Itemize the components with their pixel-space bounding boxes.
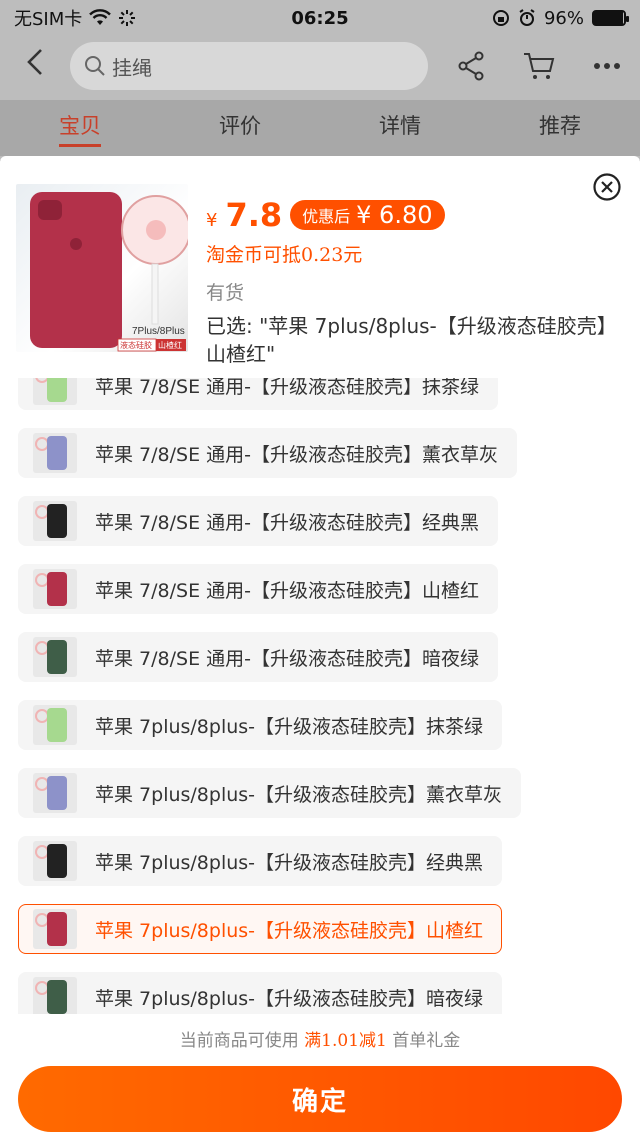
search-icon — [85, 56, 105, 76]
tab-label: 评价 — [219, 114, 261, 138]
variant-label: 苹果 7/8/SE 通用-【升级液态硅胶壳】抹茶绿 — [95, 378, 479, 398]
phone-case-image: 7Plus/8Plus 液态硅胶 山楂红 — [30, 192, 188, 352]
tab-label: 宝贝 — [59, 114, 101, 147]
variant-label: 苹果 7/8/SE 通用-【升级液态硅胶壳】薰衣草灰 — [95, 443, 498, 466]
alarm-icon — [519, 9, 535, 26]
promo-highlight: 满1.01减1 — [304, 1031, 387, 1051]
tab-label: 推荐 — [539, 114, 581, 138]
tab-1[interactable]: 评价 — [160, 100, 320, 156]
variant-option[interactable]: 苹果 7/8/SE 通用-【升级液态硅胶壳】暗夜绿 — [18, 632, 498, 682]
variant-label: 苹果 7plus/8plus-【升级液态硅胶壳】抹茶绿 — [95, 715, 484, 738]
share-icon[interactable] — [457, 51, 485, 81]
variant-thumbnail — [33, 433, 77, 473]
status-bar: 无SIM卡 06:25 96% — [0, 0, 640, 36]
variant-thumbnail — [33, 569, 77, 609]
variant-thumbnail — [33, 501, 77, 541]
variant-option[interactable]: 苹果 7/8/SE 通用-【升级液态硅胶壳】抹茶绿 — [18, 378, 498, 410]
image-caption-type: 液态硅胶 — [120, 340, 152, 350]
variant-label: 苹果 7plus/8plus-【升级液态硅胶壳】山楂红 — [95, 919, 484, 942]
battery-icon — [592, 10, 629, 26]
variant-thumbnail — [33, 841, 77, 881]
status-left: 无SIM卡 — [14, 5, 234, 31]
price-row: ¥ 7.8 优惠后 ¥ 6.80 — [206, 196, 445, 234]
status-time: 06:25 — [291, 7, 349, 29]
carrier-text: 无SIM卡 — [14, 9, 83, 30]
variant-option[interactable]: 苹果 7plus/8plus-【升级液态硅胶壳】山楂红 — [18, 904, 503, 954]
phone-case-icon — [47, 776, 67, 810]
promo-prefix: 当前商品可使用 — [179, 1031, 305, 1051]
loading-icon — [119, 10, 136, 26]
top-nav: 挂绳 — [0, 36, 640, 96]
sku-sheet: 7Plus/8Plus 液态硅胶 山楂红 ¥ 7.8 优惠后 ¥ 6.80 淘金… — [0, 156, 640, 1138]
variant-thumbnail — [33, 705, 77, 745]
product-image[interactable]: 7Plus/8Plus 液态硅胶 山楂红 — [16, 184, 188, 352]
variant-option[interactable]: 苹果 7plus/8plus-【升级液态硅胶壳】暗夜绿 — [18, 972, 503, 1014]
variant-thumbnail — [33, 909, 77, 949]
wifi-icon — [89, 9, 112, 25]
variant-option[interactable]: 苹果 7/8/SE 通用-【升级液态硅胶壳】经典黑 — [18, 496, 498, 546]
chevron-left-icon — [27, 49, 42, 75]
coupon-badge: 优惠后 ¥ 6.80 — [290, 200, 445, 230]
coupon-label: 优惠后 — [302, 207, 351, 226]
confirm-button[interactable]: 确定 — [18, 1066, 622, 1132]
variant-label: 苹果 7/8/SE 通用-【升级液态硅胶壳】经典黑 — [95, 511, 479, 534]
phone-case-icon — [47, 708, 67, 742]
search-text: 挂绳 — [112, 55, 152, 80]
tab-label: 详情 — [379, 114, 421, 138]
search-input[interactable]: 挂绳 — [70, 42, 428, 90]
promo-suffix: 首单礼金 — [386, 1031, 461, 1051]
variant-label: 苹果 7plus/8plus-【升级液态硅胶壳】经典黑 — [95, 851, 484, 874]
price-value: 7.8 — [225, 196, 283, 234]
coin-discount-text: 淘金币可抵0.23元 — [206, 244, 363, 266]
image-caption-model: 7Plus/8Plus — [132, 326, 185, 337]
cart-icon[interactable] — [523, 51, 555, 81]
phone-case-icon — [47, 504, 67, 538]
variant-thumbnail — [33, 637, 77, 677]
variant-option[interactable]: 苹果 7plus/8plus-【升级液态硅胶壳】抹茶绿 — [18, 700, 503, 750]
status-right: 96% — [406, 7, 629, 29]
variant-label: 苹果 7/8/SE 通用-【升级液态硅胶壳】暗夜绿 — [95, 647, 479, 670]
tab-0[interactable]: 宝贝 — [0, 100, 160, 156]
stock-status: 有货 — [206, 282, 245, 304]
image-caption-color: 山楂红 — [158, 340, 182, 350]
price-symbol: ¥ — [206, 209, 218, 231]
nav-icons — [428, 51, 640, 81]
variant-thumbnail — [33, 378, 77, 405]
variant-label: 苹果 7plus/8plus-【升级液态硅胶壳】薰衣草灰 — [95, 783, 503, 806]
promo-text: 当前商品可使用 满1.01减1 首单礼金 — [0, 1026, 640, 1051]
variant-option[interactable]: 苹果 7/8/SE 通用-【升级液态硅胶壳】薰衣草灰 — [18, 428, 517, 478]
battery-percent: 96% — [543, 7, 584, 29]
variant-options-list[interactable]: 苹果 7/8/SE 通用-【升级液态硅胶壳】抹茶绿 苹果 7/8/SE 通用-【升… — [0, 378, 640, 1014]
phone-case-icon — [47, 436, 67, 470]
tab-bar: 宝贝 评价 详情 推荐 — [0, 100, 640, 156]
variant-option[interactable]: 苹果 7plus/8plus-【升级液态硅胶壳】薰衣草灰 — [18, 768, 522, 818]
phone-case-icon — [47, 640, 67, 674]
battery-fill — [594, 12, 623, 24]
phone-case-icon — [47, 572, 67, 606]
close-icon — [593, 173, 621, 201]
selected-variant-text: 已选: "苹果 7plus/8plus-【升级液态硅胶壳】山楂红" — [206, 314, 607, 366]
variant-label: 苹果 7/8/SE 通用-【升级液态硅胶壳】山楂红 — [95, 579, 479, 602]
phone-case-icon — [47, 980, 67, 1014]
tab-3[interactable]: 推荐 — [480, 100, 640, 156]
phone-case-icon — [47, 844, 67, 878]
close-button[interactable] — [592, 172, 622, 202]
phone-case-icon — [47, 378, 67, 402]
variant-thumbnail — [33, 773, 77, 813]
variant-label: 苹果 7plus/8plus-【升级液态硅胶壳】暗夜绿 — [95, 987, 484, 1010]
variant-option[interactable]: 苹果 7plus/8plus-【升级液态硅胶壳】经典黑 — [18, 836, 503, 886]
variant-option[interactable]: 苹果 7/8/SE 通用-【升级液态硅胶壳】山楂红 — [18, 564, 498, 614]
rotation-lock-icon — [492, 10, 509, 26]
phone-case-icon — [47, 912, 67, 946]
more-icon[interactable] — [593, 62, 621, 70]
back-button[interactable] — [0, 46, 70, 86]
tab-2[interactable]: 详情 — [320, 100, 480, 156]
variant-thumbnail — [33, 977, 77, 1014]
coupon-price: ¥ 6.80 — [356, 201, 433, 229]
